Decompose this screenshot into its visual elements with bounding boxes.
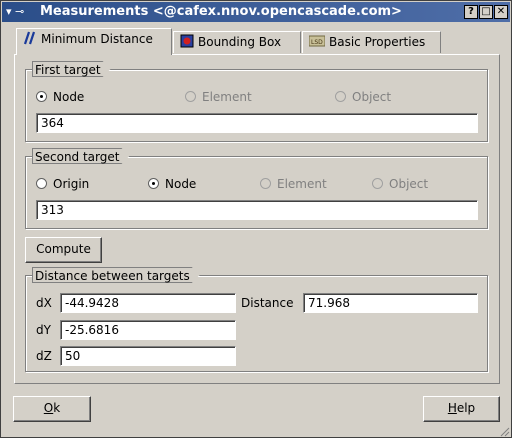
radio-label: Origin (53, 177, 90, 191)
help-label-rest: elp (456, 401, 476, 415)
window-menu-icon[interactable]: ▾ ⊸ (6, 2, 36, 22)
maximize-button[interactable]: □ (479, 5, 493, 19)
distance-field[interactable]: 71.968 (303, 293, 478, 313)
compute-button[interactable]: Compute (25, 237, 102, 263)
tab-bounding-box[interactable]: Bounding Box (173, 31, 301, 53)
basic-properties-icon: LSD (308, 34, 326, 48)
min-distance-icon (23, 31, 37, 45)
radio-dot (372, 178, 383, 189)
close-button[interactable]: ✕ (494, 5, 508, 19)
ok-label-rest: k (53, 401, 61, 415)
first-target-object-radio[interactable]: Object (335, 89, 391, 105)
second-target-object-radio[interactable]: Object (372, 176, 428, 192)
radio-dot (260, 178, 271, 189)
second-target-node-radio[interactable]: Node (148, 176, 196, 192)
ok-mnemonic: O (43, 401, 54, 415)
title-bar[interactable]: ▾ ⊸ Measurements <@cafex.nnov.opencascad… (2, 2, 510, 22)
second-target-element-radio[interactable]: Element (260, 176, 327, 192)
radio-label: Object (389, 177, 429, 191)
first-target-node-radio[interactable]: Node (36, 89, 84, 105)
first-target-group: First target Node Element Object 364 (25, 69, 488, 142)
first-target-element-radio[interactable]: Element (185, 89, 252, 105)
dy-field[interactable]: -25.6816 (60, 320, 236, 340)
second-target-group: Second target Origin Node Element Object… (25, 156, 488, 229)
radio-label: Object (352, 90, 392, 104)
dz-label: dZ (36, 349, 52, 363)
radio-dot (148, 178, 159, 189)
dy-label: dY (36, 323, 51, 337)
radio-dot (335, 91, 346, 102)
radio-label: Element (202, 90, 252, 104)
first-target-legend: First target (32, 61, 111, 77)
second-target-origin-radio[interactable]: Origin (36, 176, 89, 192)
svg-text:LSD: LSD (311, 39, 323, 46)
radio-label: Node (53, 90, 85, 104)
bounding-box-icon (180, 34, 194, 48)
distance-legend: Distance between targets (32, 267, 200, 283)
tab-minimum-distance[interactable]: Minimum Distance (16, 28, 172, 55)
help-mnemonic: H (447, 401, 457, 415)
window-title: Measurements <@cafex.nnov.opencascade.co… (40, 4, 402, 19)
dx-field[interactable]: -44.9428 (60, 293, 236, 313)
help-button[interactable]: Help (423, 396, 500, 422)
distance-group: Distance between targets dX -44.9428 Dis… (25, 275, 488, 372)
radio-dot (185, 91, 196, 102)
resize-grip-icon[interactable] (498, 425, 510, 437)
measurements-dialog: ▾ ⊸ Measurements <@cafex.nnov.opencascad… (0, 0, 512, 438)
first-target-id-input[interactable]: 364 (36, 113, 478, 133)
second-target-legend: Second target (32, 148, 129, 164)
distance-label: Distance (241, 296, 294, 310)
context-help-button[interactable]: ? (464, 5, 478, 19)
radio-dot (36, 91, 47, 102)
radio-label: Element (277, 177, 327, 191)
radio-dot (36, 178, 47, 189)
tab-label: Minimum Distance (41, 32, 153, 46)
second-target-id-input[interactable]: 313 (36, 200, 478, 220)
dx-label: dX (36, 296, 52, 310)
dz-field[interactable]: 50 (60, 346, 236, 366)
tab-label: Basic Properties (329, 35, 426, 49)
tab-label: Bounding Box (198, 35, 282, 49)
radio-label: Node (165, 177, 197, 191)
ok-button[interactable]: Ok (13, 396, 91, 422)
tab-basic-properties[interactable]: LSD Basic Properties (302, 31, 441, 53)
